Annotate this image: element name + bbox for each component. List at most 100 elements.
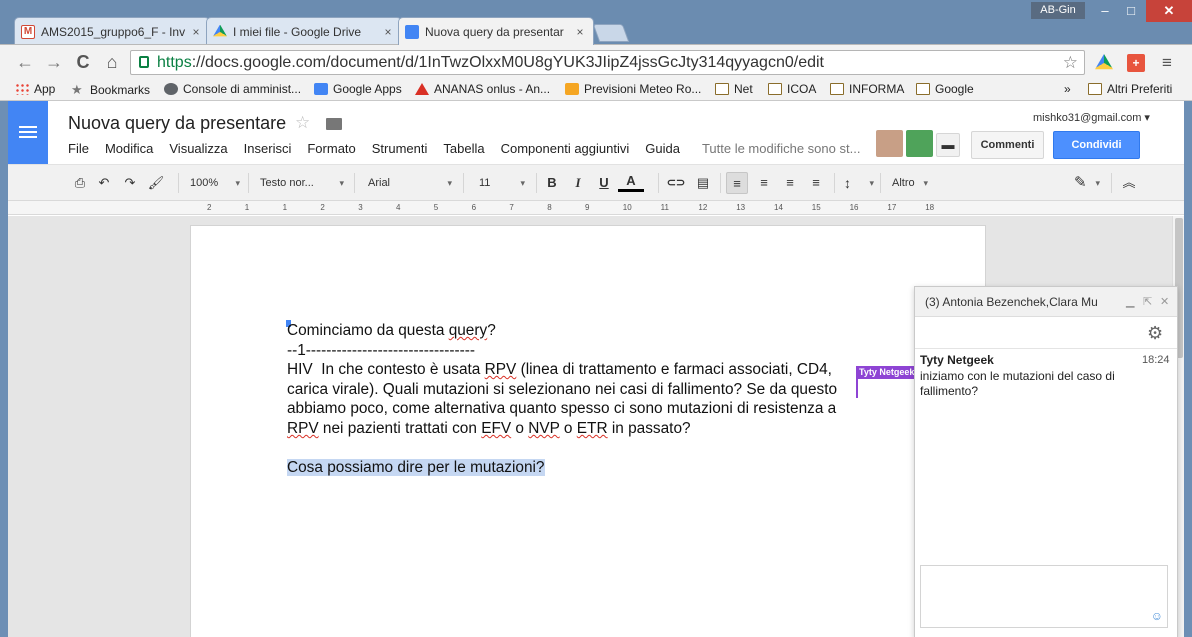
redo-icon[interactable]: ↷: [120, 172, 140, 194]
minimize-icon[interactable]: ▁: [1126, 295, 1134, 308]
ruler-number: 4: [396, 203, 401, 212]
bookmark-folder-google[interactable]: Google: [916, 82, 974, 96]
link-icon[interactable]: ⊂⊃: [665, 172, 687, 194]
bookmark-folder-icoa[interactable]: ICOA: [768, 82, 816, 96]
chat-input[interactable]: ☺: [920, 565, 1168, 628]
toolbar-divider: [1111, 173, 1112, 193]
bookmarks-overflow-icon[interactable]: »: [1064, 82, 1071, 96]
popout-icon[interactable]: ⇱: [1143, 295, 1152, 308]
apps-icon: [15, 83, 29, 95]
document-title[interactable]: Nuova query da presentare: [68, 113, 286, 134]
toolbar-divider: [720, 173, 721, 193]
text-color-button[interactable]: A: [618, 172, 644, 192]
menu-file[interactable]: File: [68, 141, 89, 159]
collaborator-avatar[interactable]: [876, 130, 903, 157]
forward-icon[interactable]: →: [42, 51, 66, 73]
bookmarks-bar: App ★ Bookmarks Console di amminist... Go…: [0, 79, 1192, 101]
tab-title: I miei file - Google Drive: [233, 24, 362, 39]
bookmark-app[interactable]: App: [15, 82, 55, 96]
misspelled-word: EFV: [481, 419, 512, 437]
home-icon[interactable]: ⌂: [100, 51, 124, 73]
bookmark-meteo[interactable]: Previsioni Meteo Ro...: [565, 82, 701, 96]
tab-close-icon[interactable]: ×: [381, 25, 395, 39]
plus-extension-icon[interactable]: +: [1127, 54, 1145, 72]
print-icon[interactable]: ⎙: [70, 172, 90, 194]
drive-extension-icon[interactable]: [1095, 54, 1113, 70]
address-bar[interactable]: https://docs.google.com/document/d/1InTw…: [130, 50, 1085, 75]
tab-close-icon[interactable]: ×: [573, 25, 587, 39]
folder-icon: [830, 83, 844, 95]
menu-modifica[interactable]: Modifica: [105, 141, 153, 159]
document-page[interactable]: Cominciamo da questa query? --1---------…: [190, 225, 986, 637]
bookmark-ananas[interactable]: ANANAS onlus - An...: [415, 82, 550, 96]
docs-app: Nuova query da presentare ☆ File Modific…: [8, 101, 1184, 637]
profile-badge[interactable]: AB-Gin: [1031, 2, 1085, 19]
tab-close-icon[interactable]: ×: [189, 25, 203, 39]
chrome-menu-icon[interactable]: ≡: [1158, 54, 1176, 72]
ruler-number: 5: [433, 203, 439, 212]
ruler-number: 17: [887, 203, 897, 212]
docs-icon: [405, 24, 419, 39]
paint-format-icon[interactable]: 🖌: [146, 172, 166, 194]
collapse-toolbar-icon[interactable]: ︽: [1118, 172, 1140, 194]
bold-button[interactable]: B: [542, 172, 562, 194]
tab-docs[interactable]: Nuova query da presentar ×: [398, 17, 594, 45]
reload-icon[interactable]: C: [71, 51, 95, 73]
insert-comment-icon[interactable]: ▤: [692, 172, 714, 194]
save-status[interactable]: Tutte le modifiche sono st...: [702, 141, 860, 159]
menu-componenti[interactable]: Componenti aggiuntivi: [501, 141, 630, 159]
menu-formato[interactable]: Formato: [307, 141, 355, 159]
tab-gmail[interactable]: M AMS2015_gruppo6_F - Inv ×: [14, 17, 210, 45]
style-dropdown[interactable]: Testo nor...: [256, 172, 346, 194]
gear-icon[interactable]: ⚙: [1147, 323, 1163, 344]
bookmark-other[interactable]: Altri Preferiti: [1088, 82, 1172, 96]
bookmark-console[interactable]: Console di amminist...: [164, 82, 301, 96]
underline-button[interactable]: U: [594, 172, 614, 194]
line-spacing-dropdown[interactable]: ↕: [840, 172, 876, 194]
pen-icon[interactable]: ✎: [1070, 172, 1102, 194]
close-icon[interactable]: ✕: [1160, 295, 1169, 308]
docs-home-logo[interactable]: [8, 101, 48, 164]
more-dropdown[interactable]: Altro: [888, 172, 930, 194]
emoji-icon[interactable]: ☺: [1151, 609, 1163, 623]
bookmark-bookmarks[interactable]: ★ Bookmarks: [71, 82, 150, 98]
menu-strumenti[interactable]: Strumenti: [372, 141, 428, 159]
back-icon[interactable]: ←: [13, 51, 37, 73]
folder-icon[interactable]: [326, 118, 342, 130]
zoom-dropdown[interactable]: 100%: [186, 172, 242, 194]
meteo-icon: [565, 83, 579, 95]
bookmark-google-apps[interactable]: Google Apps: [314, 82, 402, 96]
bookmark-star-icon[interactable]: ☆: [1063, 51, 1078, 74]
justify-icon[interactable]: ≡: [805, 172, 827, 194]
menu-guida[interactable]: Guida: [645, 141, 680, 159]
font-size-dropdown[interactable]: 11: [475, 172, 527, 194]
chat-header[interactable]: (3) Antonia Bezenchek,Clara Mu: [915, 287, 1177, 317]
menu-inserisci[interactable]: Inserisci: [244, 141, 292, 159]
bookmark-label: Google: [935, 82, 974, 96]
align-right-icon[interactable]: ≡: [779, 172, 801, 194]
toolbar-divider: [658, 173, 659, 193]
bookmark-folder-informa[interactable]: INFORMA: [830, 82, 904, 96]
ruler-number: 15: [811, 203, 821, 212]
chat-icon[interactable]: ▬: [936, 133, 960, 157]
comments-button[interactable]: Commenti: [971, 131, 1044, 159]
align-center-icon[interactable]: ≡: [753, 172, 775, 194]
tab-drive[interactable]: I miei file - Google Drive ×: [206, 17, 402, 45]
collaborator-avatar[interactable]: [906, 130, 933, 157]
font-dropdown[interactable]: Arial: [364, 172, 454, 194]
new-tab-button[interactable]: [592, 24, 630, 42]
minimize-button[interactable]: ‒: [1092, 0, 1118, 22]
menu-tabella[interactable]: Tabella: [443, 141, 484, 159]
share-button[interactable]: Condividi: [1053, 131, 1140, 159]
menu-visualizza[interactable]: Visualizza: [169, 141, 227, 159]
close-window-button[interactable]: ✕: [1146, 0, 1192, 22]
account-menu[interactable]: mishko31@gmail.com ▾: [1033, 111, 1150, 124]
align-left-icon[interactable]: ≡: [726, 172, 748, 194]
italic-button[interactable]: I: [568, 172, 588, 194]
document-body[interactable]: Cominciamo da questa query? --1---------…: [287, 321, 918, 478]
ruler[interactable]: 2 1 1 2 3 4 5 6 7 8 9 10 11 12 13 14 15 16 17 18: [8, 201, 1184, 215]
star-icon[interactable]: ☆: [295, 113, 310, 133]
bookmark-folder-net[interactable]: Net: [715, 82, 753, 96]
maximize-button[interactable]: □: [1118, 0, 1144, 22]
undo-icon[interactable]: ↶: [94, 172, 114, 194]
